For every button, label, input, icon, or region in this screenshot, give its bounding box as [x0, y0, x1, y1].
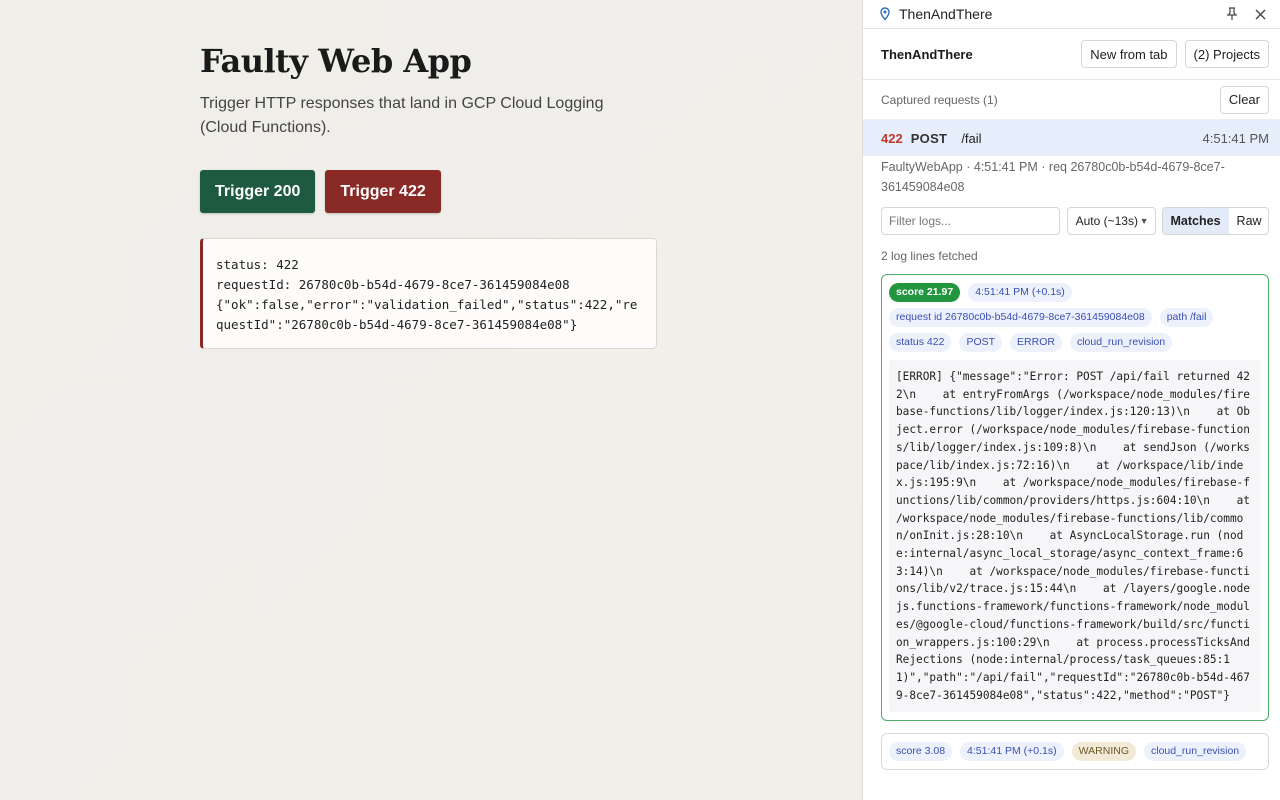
raw-toggle[interactable]: Raw [1229, 208, 1268, 234]
tag-resource: cloud_run_revision [1143, 742, 1247, 762]
score-badge: score 21.97 [889, 283, 961, 302]
side-panel-titlebar: ThenAndThere [863, 0, 1280, 28]
side-panel-app-name: ThenAndThere [899, 6, 993, 22]
tag-method: POST [959, 333, 1003, 352]
log-entry-tags: score 3.08 4:51:41 PM (+0.1s) WARNING cl… [889, 742, 1261, 762]
clear-button[interactable]: Clear [1219, 85, 1269, 114]
response-output: status: 422 requestId: 26780c0b-b54d-467… [200, 238, 657, 349]
extension-header: ThenAndThere New from tab (2) Projects [863, 28, 1280, 80]
log-lines-count: 2 log lines fetched [881, 249, 978, 263]
score-badge: score 3.08 [889, 742, 953, 762]
log-entry-card[interactable]: score 21.97 4:51:41 PM (+0.1s) request i… [881, 274, 1269, 722]
request-method: POST [910, 130, 948, 146]
trigger-422-button[interactable]: Trigger 422 [325, 170, 441, 213]
faulty-web-app-page: Faulty Web App Trigger HTTP responses th… [0, 0, 862, 800]
captured-requests-label: Captured requests (1) [881, 92, 998, 107]
extension-brand: ThenAndThere [881, 46, 973, 62]
auto-refresh-value: Auto (~13s) [1075, 214, 1138, 228]
page-subtitle: Trigger HTTP responses that land in GCP … [200, 95, 604, 136]
request-meta: FaultyWebApp · 4:51:41 PM · req 26780c0b… [881, 160, 1225, 194]
log-filter-row: Auto (~13s) ▼ Matches Raw [863, 207, 1280, 235]
filter-logs-input[interactable] [881, 207, 1060, 235]
request-time: 4:51:41 PM [1202, 130, 1270, 146]
log-entry-body: [ERROR] {"message":"Error: POST /api/fai… [889, 360, 1261, 713]
view-mode-toggle: Matches Raw [1161, 207, 1269, 235]
time-badge: 4:51:41 PM (+0.1s) [968, 283, 1072, 302]
projects-button[interactable]: (2) Projects [1184, 40, 1269, 68]
auto-refresh-select[interactable]: Auto (~13s) ▼ [1066, 207, 1156, 235]
tag-severity: ERROR [1010, 333, 1062, 352]
tag-status: status 422 [889, 333, 952, 352]
then-and-there-side-panel: ThenAndThere ThenAndThere New from tab (… [862, 0, 1280, 800]
captured-request-item[interactable]: 422 POST /fail 4:51:41 PM [863, 120, 1280, 156]
map-pin-icon [880, 7, 890, 21]
log-entry-card[interactable]: score 3.08 4:51:41 PM (+0.1s) WARNING cl… [881, 733, 1269, 771]
captured-requests-header: Captured requests (1) Clear [863, 80, 1280, 120]
tag-severity: WARNING [1071, 742, 1136, 762]
matches-toggle[interactable]: Matches [1162, 208, 1229, 234]
close-icon[interactable] [1252, 6, 1268, 22]
request-path: /fail [961, 130, 982, 146]
chevron-down-icon: ▼ [1139, 216, 1149, 226]
tag-resource: cloud_run_revision [1069, 333, 1173, 352]
page-title: Faulty Web App [200, 42, 472, 80]
tag-request-id: request id 26780c0b-b54d-4679-8ce7-36145… [889, 308, 1152, 327]
trigger-200-button[interactable]: Trigger 200 [200, 170, 316, 213]
pushpin-icon[interactable] [1224, 6, 1240, 22]
request-status-code: 422 [881, 130, 903, 146]
time-badge: 4:51:41 PM (+0.1s) [960, 742, 1064, 762]
tag-path: path /fail [1159, 308, 1214, 327]
trigger-button-row: Trigger 200 Trigger 422 [200, 170, 441, 213]
new-from-tab-button[interactable]: New from tab [1081, 40, 1177, 68]
log-entry-tags: score 21.97 4:51:41 PM (+0.1s) request i… [889, 283, 1261, 352]
